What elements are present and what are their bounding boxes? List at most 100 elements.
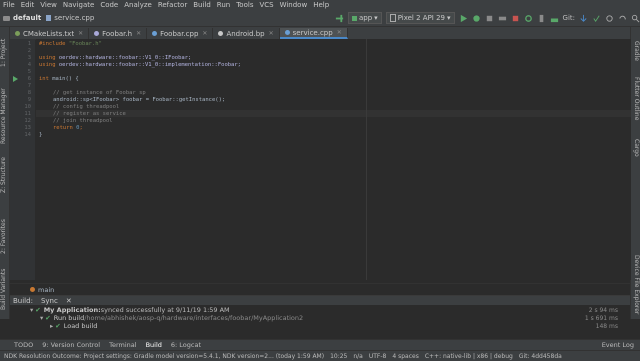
status-bar: NDK Resolution Outcome: Project settings…	[0, 350, 640, 361]
code-editor[interactable]: #include "Foobar.h" using oerdev::hardwa…	[36, 39, 631, 280]
status-message[interactable]: NDK Resolution Outcome: Project settings…	[4, 353, 324, 360]
main-signature: main() {	[48, 76, 79, 82]
status-na: n/a	[353, 352, 363, 360]
using-keyword: using	[39, 62, 59, 68]
code-line-6: int main() {	[39, 76, 79, 82]
using-target: oerdev::hardware::foobar::V1_0::IFoobar;	[58, 55, 192, 61]
menu-view[interactable]: View	[37, 1, 60, 9]
menu-edit[interactable]: Edit	[18, 1, 38, 9]
chevron-down-icon: ▾	[30, 306, 34, 314]
undo-icon[interactable]	[618, 14, 627, 23]
header-file-icon	[94, 31, 100, 36]
build-row-sync[interactable]: ▾ ✔ My Application: synced successfully …	[30, 306, 230, 314]
sdk-manager-icon[interactable]	[550, 14, 559, 23]
menu-window[interactable]: Window	[277, 1, 311, 9]
menu-bar: File Edit View Navigate Code Analyze Ref…	[0, 0, 640, 10]
build-time: 1 s 691 ms	[584, 315, 618, 322]
attach-icon[interactable]	[498, 14, 507, 23]
git-label: Git:	[562, 14, 575, 22]
menu-refactor[interactable]: Refactor	[155, 1, 190, 9]
run-config-select[interactable]: app ▾	[347, 12, 382, 24]
close-icon[interactable]: ✕	[66, 297, 72, 305]
build-tab-sync[interactable]: Sync	[41, 297, 58, 305]
menu-code[interactable]: Code	[97, 1, 121, 9]
cpp-file-icon	[284, 30, 290, 35]
line-number-gutter[interactable]: 1 2 3 4 5 6 7 8 9 10 11 12 13 14	[10, 39, 35, 280]
close-icon[interactable]: ✕	[337, 29, 342, 36]
android-icon	[351, 15, 357, 21]
tool-todo[interactable]: TODO	[14, 341, 33, 349]
close-icon[interactable]: ✕	[78, 30, 83, 37]
tool-flutter-outline[interactable]: Flutter Outline	[631, 77, 640, 127]
cpp-file-icon	[46, 15, 52, 21]
tool-project[interactable]: 1: Project	[0, 33, 9, 73]
close-icon[interactable]: ✕	[269, 30, 274, 37]
search-icon[interactable]	[631, 14, 640, 23]
git-history-icon[interactable]	[605, 14, 614, 23]
menu-help[interactable]: Help	[310, 1, 332, 9]
menu-tools[interactable]: Tools	[233, 1, 256, 9]
menu-file[interactable]: File	[0, 1, 18, 9]
tab-foobar-cpp[interactable]: Foobar.cpp ✕	[147, 28, 214, 39]
line-number: 9	[27, 97, 31, 103]
code-comment: // get instance of Foobar sp	[53, 90, 146, 96]
code-line-13: return 0;	[53, 125, 83, 131]
tab-foobar-h[interactable]: Foobar.h ✕	[89, 28, 148, 39]
tool-device-file-explorer[interactable]: Device File Explorer	[631, 255, 640, 317]
tab-service-cpp[interactable]: service.cpp ✕	[279, 28, 348, 39]
close-icon[interactable]: ✕	[136, 30, 141, 37]
hammer-icon[interactable]	[335, 14, 344, 23]
tool-terminal[interactable]: Terminal	[109, 341, 136, 349]
tool-resource-manager[interactable]: Resource Manager	[0, 83, 9, 149]
caret-position[interactable]: 10:25	[330, 353, 347, 360]
git-branch[interactable]: Git: 4dd458da	[519, 353, 562, 360]
profile-icon[interactable]	[485, 14, 494, 23]
run-icon[interactable]	[459, 14, 468, 23]
file-encoding[interactable]: UTF-8	[369, 353, 387, 360]
right-tool-bar: Gradle Flutter Outline Cargo Device File…	[630, 27, 640, 319]
menu-vcs[interactable]: VCS	[256, 1, 276, 9]
build-row-run[interactable]: ▾ ✔ Run build /home/abhishek/aosp-q/hard…	[40, 314, 303, 322]
line-number: 6	[27, 76, 31, 82]
tool-version-control[interactable]: 9: Version Control	[42, 341, 100, 349]
nav-file[interactable]: service.cpp	[54, 14, 94, 22]
git-commit-icon[interactable]	[592, 14, 601, 23]
semicolon: ;	[79, 125, 83, 131]
cpp-context[interactable]: C++: native-lib | x86 | debug	[425, 353, 513, 360]
line-number: 3	[27, 55, 31, 61]
menu-build[interactable]: Build	[190, 1, 214, 9]
tab-cmakelists[interactable]: CMakeLists.txt ✕	[10, 28, 90, 39]
tool-logcat[interactable]: 6: Logcat	[171, 341, 201, 349]
tool-cargo[interactable]: Cargo	[631, 139, 640, 161]
device-select[interactable]: Pixel 2 API 29 ▾	[385, 12, 455, 24]
breadcrumb-function[interactable]: main	[38, 286, 54, 294]
stop-icon[interactable]	[511, 14, 520, 23]
build-row-load[interactable]: ▸ ✔ Load build	[50, 322, 97, 330]
sync-icon[interactable]	[524, 14, 533, 23]
run-config-label: app	[358, 14, 373, 22]
preprocessor-directive: #include	[39, 41, 66, 47]
close-icon[interactable]: ✕	[202, 30, 207, 37]
navigation-toolbar: default service.cpp app ▾ Pixel 2 API 29…	[0, 10, 640, 27]
check-icon: ✔	[55, 322, 61, 330]
code-line-9: android::sp<IFoobar> foobar = Foobar::ge…	[53, 97, 225, 103]
avd-manager-icon[interactable]	[537, 14, 546, 23]
menu-navigate[interactable]: Navigate	[60, 1, 97, 9]
menu-run[interactable]: Run	[214, 1, 233, 9]
tool-build[interactable]: Build	[146, 341, 162, 349]
nav-project[interactable]: default	[13, 14, 41, 22]
code-statement: android::sp<IFoobar> foobar = Foobar::ge…	[53, 97, 226, 103]
build-run-label: Run build	[53, 314, 85, 322]
menu-analyze[interactable]: Analyze	[121, 1, 155, 9]
run-gutter-icon[interactable]	[12, 76, 18, 82]
indent-setting[interactable]: 4 spaces	[392, 353, 418, 360]
tool-structure[interactable]: Z: Structure	[0, 155, 9, 195]
phone-icon	[389, 14, 396, 22]
tool-favorites[interactable]: 2: Favorites	[0, 217, 9, 257]
git-update-icon[interactable]	[579, 14, 588, 23]
tool-gradle[interactable]: Gradle	[631, 41, 640, 69]
tool-build-variants[interactable]: Build Variants	[0, 265, 9, 313]
tab-android-bp[interactable]: Android.bp ✕	[213, 28, 280, 39]
tool-event-log[interactable]: Event Log	[602, 341, 634, 349]
debug-icon[interactable]	[472, 14, 481, 23]
